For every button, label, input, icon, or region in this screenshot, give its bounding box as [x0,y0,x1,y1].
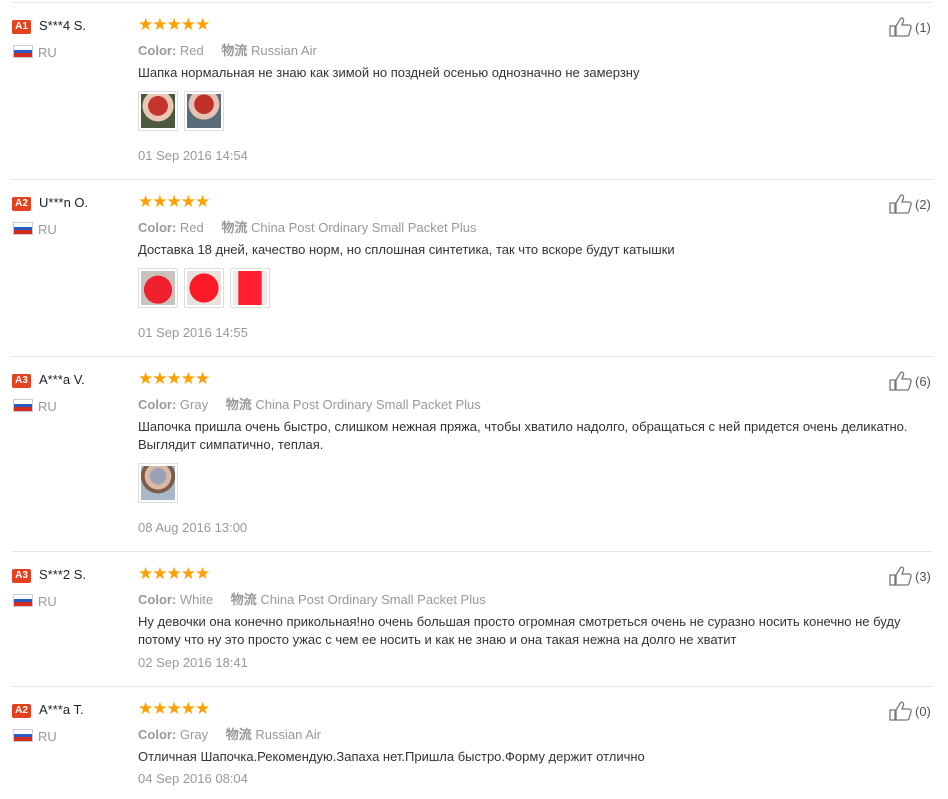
buyer-level-badge: A2 [12,704,31,718]
review-photo-thumbnail[interactable] [184,91,224,131]
order-attributes: Color: White 物流 China Post Ordinary Smal… [138,589,486,608]
color-value: Red [179,220,204,235]
logistics-label: 物流 [221,43,248,58]
review-item: A3 S***2 S. RU ★★★★★ Color: White 物流 Chi… [0,552,948,687]
color-value: Red [179,43,204,58]
review-photos [138,268,270,308]
review-date: 02 Sep 2016 18:41 [138,655,248,670]
russia-flag-icon [13,729,33,742]
reviewer-name: U***n O. [39,195,89,210]
logistics-label: 物流 [221,220,248,235]
review-item: A1 S***4 S. RU ★★★★★ Color: Red 物流 Russi… [0,3,948,180]
russia-flag-icon [13,45,33,58]
thumbs-up-icon [889,566,912,586]
review-date: 01 Sep 2016 14:54 [138,148,248,163]
order-attributes: Color: Red 物流 Russian Air [138,40,317,59]
logistics-label: 物流 [225,397,252,412]
review-date: 01 Sep 2016 14:55 [138,325,248,340]
review-item: A3 A***a V. RU ★★★★★ Color: Gray 物流 Chin… [0,357,948,552]
buyer-level-badge: A1 [12,20,31,34]
thumbs-up-icon [889,194,912,214]
order-attributes: Color: Gray 物流 Russian Air [138,724,321,743]
review-text: Ну девочки она конечно прикольная!но оче… [138,614,901,647]
color-label: Color: [138,397,177,412]
reviewer-country: RU [38,222,57,237]
reviewer-country: RU [38,45,57,60]
reviewer-name: S***2 S. [39,567,86,582]
buyer-level-badge: A2 [12,197,31,211]
reviewer-name: A***a V. [39,372,85,387]
reviewer-country: RU [38,594,57,609]
shipping-value: China Post Ordinary Small Packet Plus [255,397,481,412]
logistics-label: 物流 [230,592,257,607]
star-rating: ★★★★★ [138,15,210,34]
helpful-count: (0) [915,703,931,719]
star-rating: ★★★★★ [138,369,210,388]
russia-flag-icon [13,222,33,235]
helpful-count: (6) [915,373,931,389]
helpful-button[interactable]: (1) [889,17,931,37]
review-photos [138,463,178,503]
helpful-button[interactable]: (6) [889,371,931,391]
review-date: 08 Aug 2016 13:00 [138,520,248,535]
russia-flag-icon [13,399,33,412]
review-item: A2 A***a T. RU ★★★★★ Color: Gray 物流 Russ… [0,687,948,799]
color-value: Gray [179,727,209,742]
review-photo-thumbnail[interactable] [184,268,224,308]
helpful-button[interactable]: (3) [889,566,931,586]
thumbs-up-icon [889,701,912,721]
color-value: White [179,592,214,607]
shipping-value: Russian Air [251,43,317,58]
color-label: Color: [138,220,177,235]
review-item: A2 U***n O. RU ★★★★★ Color: Red 物流 China… [0,180,948,357]
helpful-count: (1) [915,19,931,35]
shipping-value: Russian Air [255,727,322,742]
review-text: Отличная Шапочка.Рекомендую.Запаха нет.П… [138,749,645,764]
star-rating: ★★★★★ [138,699,210,718]
color-label: Color: [138,592,177,607]
reviewer-name: A***a T. [39,702,84,717]
helpful-button[interactable]: (0) [889,701,931,721]
review-photos [138,91,224,131]
helpful-count: (3) [915,568,931,584]
star-rating: ★★★★★ [138,564,210,583]
review-date: 04 Sep 2016 08:04 [138,771,248,786]
thumbs-up-icon [889,17,912,37]
reviewer-country: RU [38,399,57,414]
order-attributes: Color: Red 物流 China Post Ordinary Small … [138,217,476,236]
review-photo-thumbnail[interactable] [138,268,178,308]
review-photo-thumbnail[interactable] [230,268,270,308]
review-photo-thumbnail[interactable] [138,91,178,131]
shipping-value: China Post Ordinary Small Packet Plus [260,592,486,607]
color-label: Color: [138,727,177,742]
star-rating: ★★★★★ [138,192,210,211]
review-text: Шапочка пришла очень быстро, слишком неж… [138,419,908,452]
helpful-button[interactable]: (2) [889,194,931,214]
review-photo-thumbnail[interactable] [138,463,178,503]
color-value: Gray [179,397,209,412]
review-text: Доставка 18 дней, качество норм, но спло… [138,242,675,257]
reviewer-country: RU [38,729,57,744]
order-attributes: Color: Gray 物流 China Post Ordinary Small… [138,394,481,413]
reviewer-name: S***4 S. [39,18,86,33]
buyer-level-badge: A3 [12,374,31,388]
review-text: Шапка нормальная не знаю как зимой но по… [138,65,640,80]
russia-flag-icon [13,594,33,607]
buyer-level-badge: A3 [12,569,31,583]
helpful-count: (2) [915,196,931,212]
shipping-value: China Post Ordinary Small Packet Plus [251,220,477,235]
color-label: Color: [138,43,177,58]
logistics-label: 物流 [225,727,252,742]
thumbs-up-icon [889,371,912,391]
